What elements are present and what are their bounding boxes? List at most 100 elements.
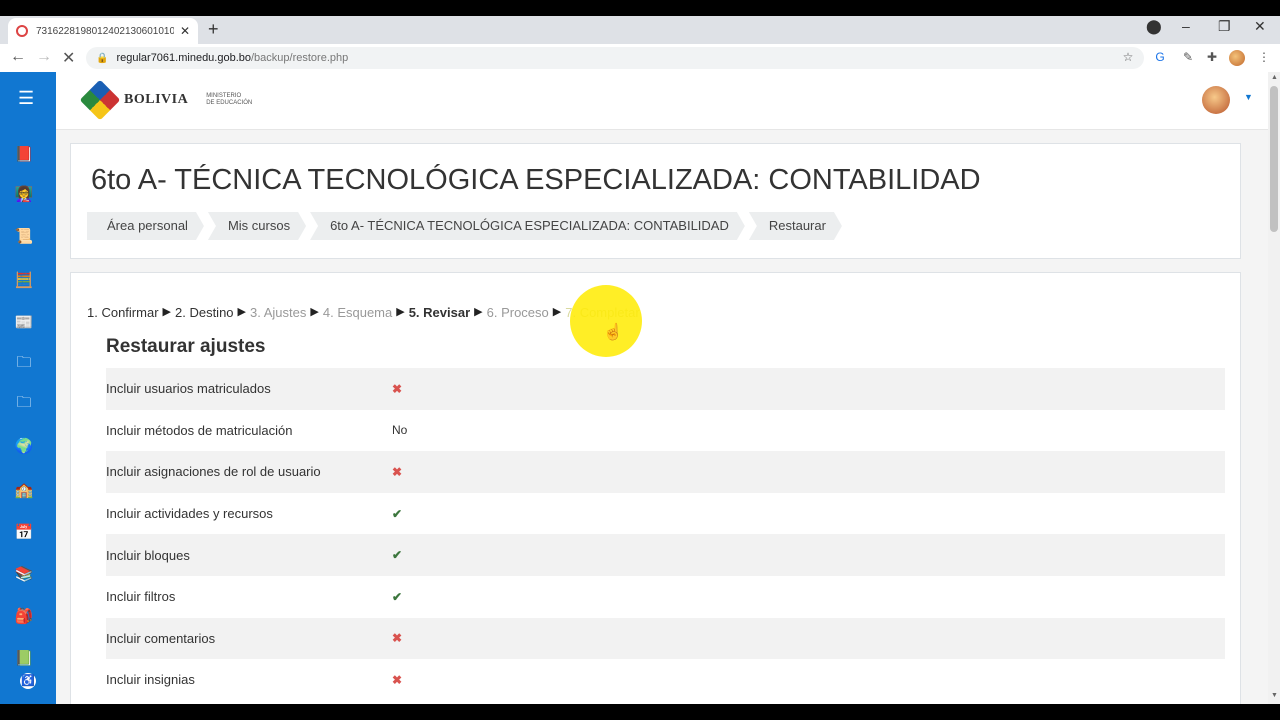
translate-icon[interactable]: G	[1152, 50, 1168, 66]
teacher-icon[interactable]: 👩‍🏫	[12, 182, 36, 206]
setting-label: Incluir actividades y recursos	[106, 506, 273, 522]
logo-subtext: MINISTERIO DE EDUCACIÓN	[206, 93, 252, 107]
setting-row: Incluir bloques ✔	[106, 534, 1225, 576]
tab-title: 731622819801240213060101039	[36, 25, 174, 37]
step-arrow-icon: ▶	[310, 306, 319, 318]
books-icon[interactable]: 📚	[12, 562, 36, 586]
browser-menu-icon[interactable]: ⋮	[1256, 50, 1272, 66]
diploma-icon[interactable]: 📜	[12, 224, 36, 248]
address-bar[interactable]: 🔒 regular7061.minedu.gob.bo /backup/rest…	[86, 47, 1144, 69]
logo-text: BOLIVIA	[124, 92, 189, 107]
breadcrumb-item-restaurar[interactable]: Restaurar	[749, 212, 842, 240]
minimize-icon[interactable]: –	[1182, 18, 1190, 34]
setting-row: Incluir usuarios matriculados ✖	[106, 368, 1225, 410]
restore-step: 3. Ajustes	[250, 305, 307, 320]
tab-bar: 731622819801240213060101039 ✕ + ⬤ – ❐ ✕	[0, 16, 1280, 44]
calendar-icon[interactable]: 📅	[12, 520, 36, 544]
user-avatar[interactable]	[1202, 86, 1230, 114]
restore-progress-steps: 1. Confirmar ▶ 2. Destino ▶ 3. Ajustes ▶ 4. Es…	[87, 305, 644, 320]
site-favicon-icon	[16, 25, 28, 37]
app-sidebar: ☰ 📕 👩‍🏫 📜 🧮 📰 🗀 🗀 🌍 🏫 📅 📚 🎒 📗 ♿	[0, 72, 56, 704]
extensions-puzzle-icon[interactable]: ✚	[1204, 50, 1220, 66]
bolivia-emblem-icon	[79, 79, 121, 121]
browser-tab[interactable]: 731622819801240213060101039 ✕	[8, 18, 198, 44]
setting-label: Incluir métodos de matriculación	[106, 422, 293, 438]
accessibility-icon[interactable]: ♿	[20, 673, 36, 689]
logo-subtext-line2: DE EDUCACIÓN	[206, 100, 253, 106]
check-icon: ✔	[392, 548, 403, 563]
setting-label: Incluir comentarios	[106, 630, 216, 646]
restore-card: 1. Confirmar ▶ 2. Destino ▶ 3. Ajustes ▶ 4. Es…	[70, 272, 1241, 704]
stop-loading-icon[interactable]: ✕	[62, 48, 75, 68]
page-viewport: ☰ 📕 👩‍🏫 📜 🧮 📰 🗀 🗀 🌍 🏫 📅 📚 🎒 📗 ♿ BOLIVIA MINISTERIO D…	[0, 72, 1280, 704]
url-path: /backup/restore.php	[251, 52, 349, 64]
globe-icon[interactable]: 🌍	[12, 434, 36, 458]
url-host: regular7061.minedu.gob.bo	[116, 52, 251, 64]
setting-value: No	[392, 423, 408, 438]
restore-step: 2. Destino	[175, 305, 234, 320]
restore-step: 4. Esquema	[322, 305, 393, 320]
restore-step: 5. Revisar	[408, 305, 471, 320]
breadcrumb: Área personal Mis cursos 6to A- TÉCNICA …	[87, 212, 846, 240]
step-arrow-icon: ▶	[474, 306, 483, 318]
browser-toolbar: ← → ✕ 🔒 regular7061.minedu.gob.bo /backu…	[0, 44, 1280, 72]
setting-row: Incluir comentarios ✖	[106, 617, 1225, 660]
restore-step: 1. Confirmar	[87, 305, 159, 320]
step-arrow-icon: ▶	[552, 306, 562, 318]
new-tab-icon[interactable]: +	[208, 19, 219, 40]
page-header-card: 6to A- TÉCNICA TECNOLÓGICA ESPECIALIZADA…	[70, 143, 1241, 259]
cross-icon: ✖	[392, 631, 403, 646]
hand-pointer-icon: ☝	[603, 324, 623, 341]
logo-subtext-line1: MINISTERIO	[206, 93, 242, 99]
breadcrumb-item-course[interactable]: 6to A- TÉCNICA TECNOLÓGICA ESPECIALIZADA…	[310, 212, 745, 240]
setting-label: Incluir usuarios matriculados	[106, 381, 271, 397]
edit-extension-icon[interactable]: ✎	[1180, 50, 1196, 66]
bookmark-star-icon[interactable]: ☆	[1120, 50, 1136, 66]
cross-icon: ✖	[392, 464, 403, 479]
folder-icon[interactable]: 🗀	[12, 392, 36, 416]
lock-icon: 🔒	[96, 52, 109, 64]
close-window-icon[interactable]: ✕	[1254, 18, 1266, 35]
ministry-logo[interactable]: BOLIVIA MINISTERIO DE EDUCACIÓN	[79, 79, 252, 121]
step-arrow-icon: ▶	[162, 306, 171, 318]
restore-settings-table: Incluir usuarios matriculados ✖ Incluir mé…	[106, 368, 1225, 701]
cross-icon: ✖	[392, 381, 403, 396]
check-icon: ✔	[392, 506, 403, 521]
setting-label: Incluir asignaciones de rol de usuario	[106, 464, 321, 480]
notebook-icon[interactable]: 📕	[12, 142, 36, 166]
setting-label: Incluir filtros	[106, 589, 176, 605]
profile-avatar-icon[interactable]	[1229, 50, 1245, 66]
browser-chrome: 731622819801240213060101039 ✕ + ⬤ – ❐ ✕ …	[0, 16, 1280, 72]
letterbox-bottom	[0, 704, 1280, 720]
profile-menu-icon[interactable]: ⬤	[1146, 18, 1162, 35]
back-icon[interactable]: ←	[10, 48, 26, 66]
scroll-down-icon[interactable]: ▼	[1271, 692, 1278, 699]
site-header: BOLIVIA MINISTERIO DE EDUCACIÓN ▼	[56, 72, 1268, 130]
setting-label: Incluir insignias	[106, 672, 195, 688]
page-title: 6to A- TÉCNICA TECNOLÓGICA ESPECIALIZADA…	[91, 164, 981, 196]
scroll-up-icon[interactable]: ▲	[1271, 74, 1278, 81]
setting-row: Incluir métodos de matriculación No	[106, 410, 1225, 452]
page-scrollbar[interactable]: ▲ ▼	[1268, 72, 1280, 704]
school-icon[interactable]: 🏫	[12, 478, 36, 502]
check-icon: ✔	[392, 589, 403, 604]
book-icon[interactable]: 📗	[12, 646, 36, 670]
breadcrumb-item-area-personal[interactable]: Área personal	[87, 212, 204, 240]
setting-row: Incluir insignias ✖	[106, 659, 1225, 701]
restore-window-icon[interactable]: ❐	[1218, 18, 1231, 35]
hamburger-menu-icon[interactable]: ☰	[18, 88, 34, 109]
restore-step: 6. Proceso	[486, 305, 549, 320]
chevron-down-icon[interactable]: ▼	[1244, 92, 1253, 102]
document-icon[interactable]: 📰	[12, 310, 36, 334]
scrollbar-thumb[interactable]	[1270, 86, 1278, 232]
cursor-highlight	[570, 285, 642, 357]
forward-icon[interactable]: →	[36, 48, 52, 66]
backpack-icon[interactable]: 🎒	[12, 604, 36, 628]
step-arrow-icon: ▶	[237, 306, 247, 318]
setting-row: Incluir actividades y recursos ✔	[106, 493, 1225, 535]
abacus-icon[interactable]: 🧮	[12, 268, 36, 292]
folder-icon[interactable]: 🗀	[12, 352, 36, 376]
tab-close-icon[interactable]: ✕	[180, 24, 190, 38]
section-title: Restaurar ajustes	[106, 336, 266, 357]
breadcrumb-item-mis-cursos[interactable]: Mis cursos	[208, 212, 306, 240]
